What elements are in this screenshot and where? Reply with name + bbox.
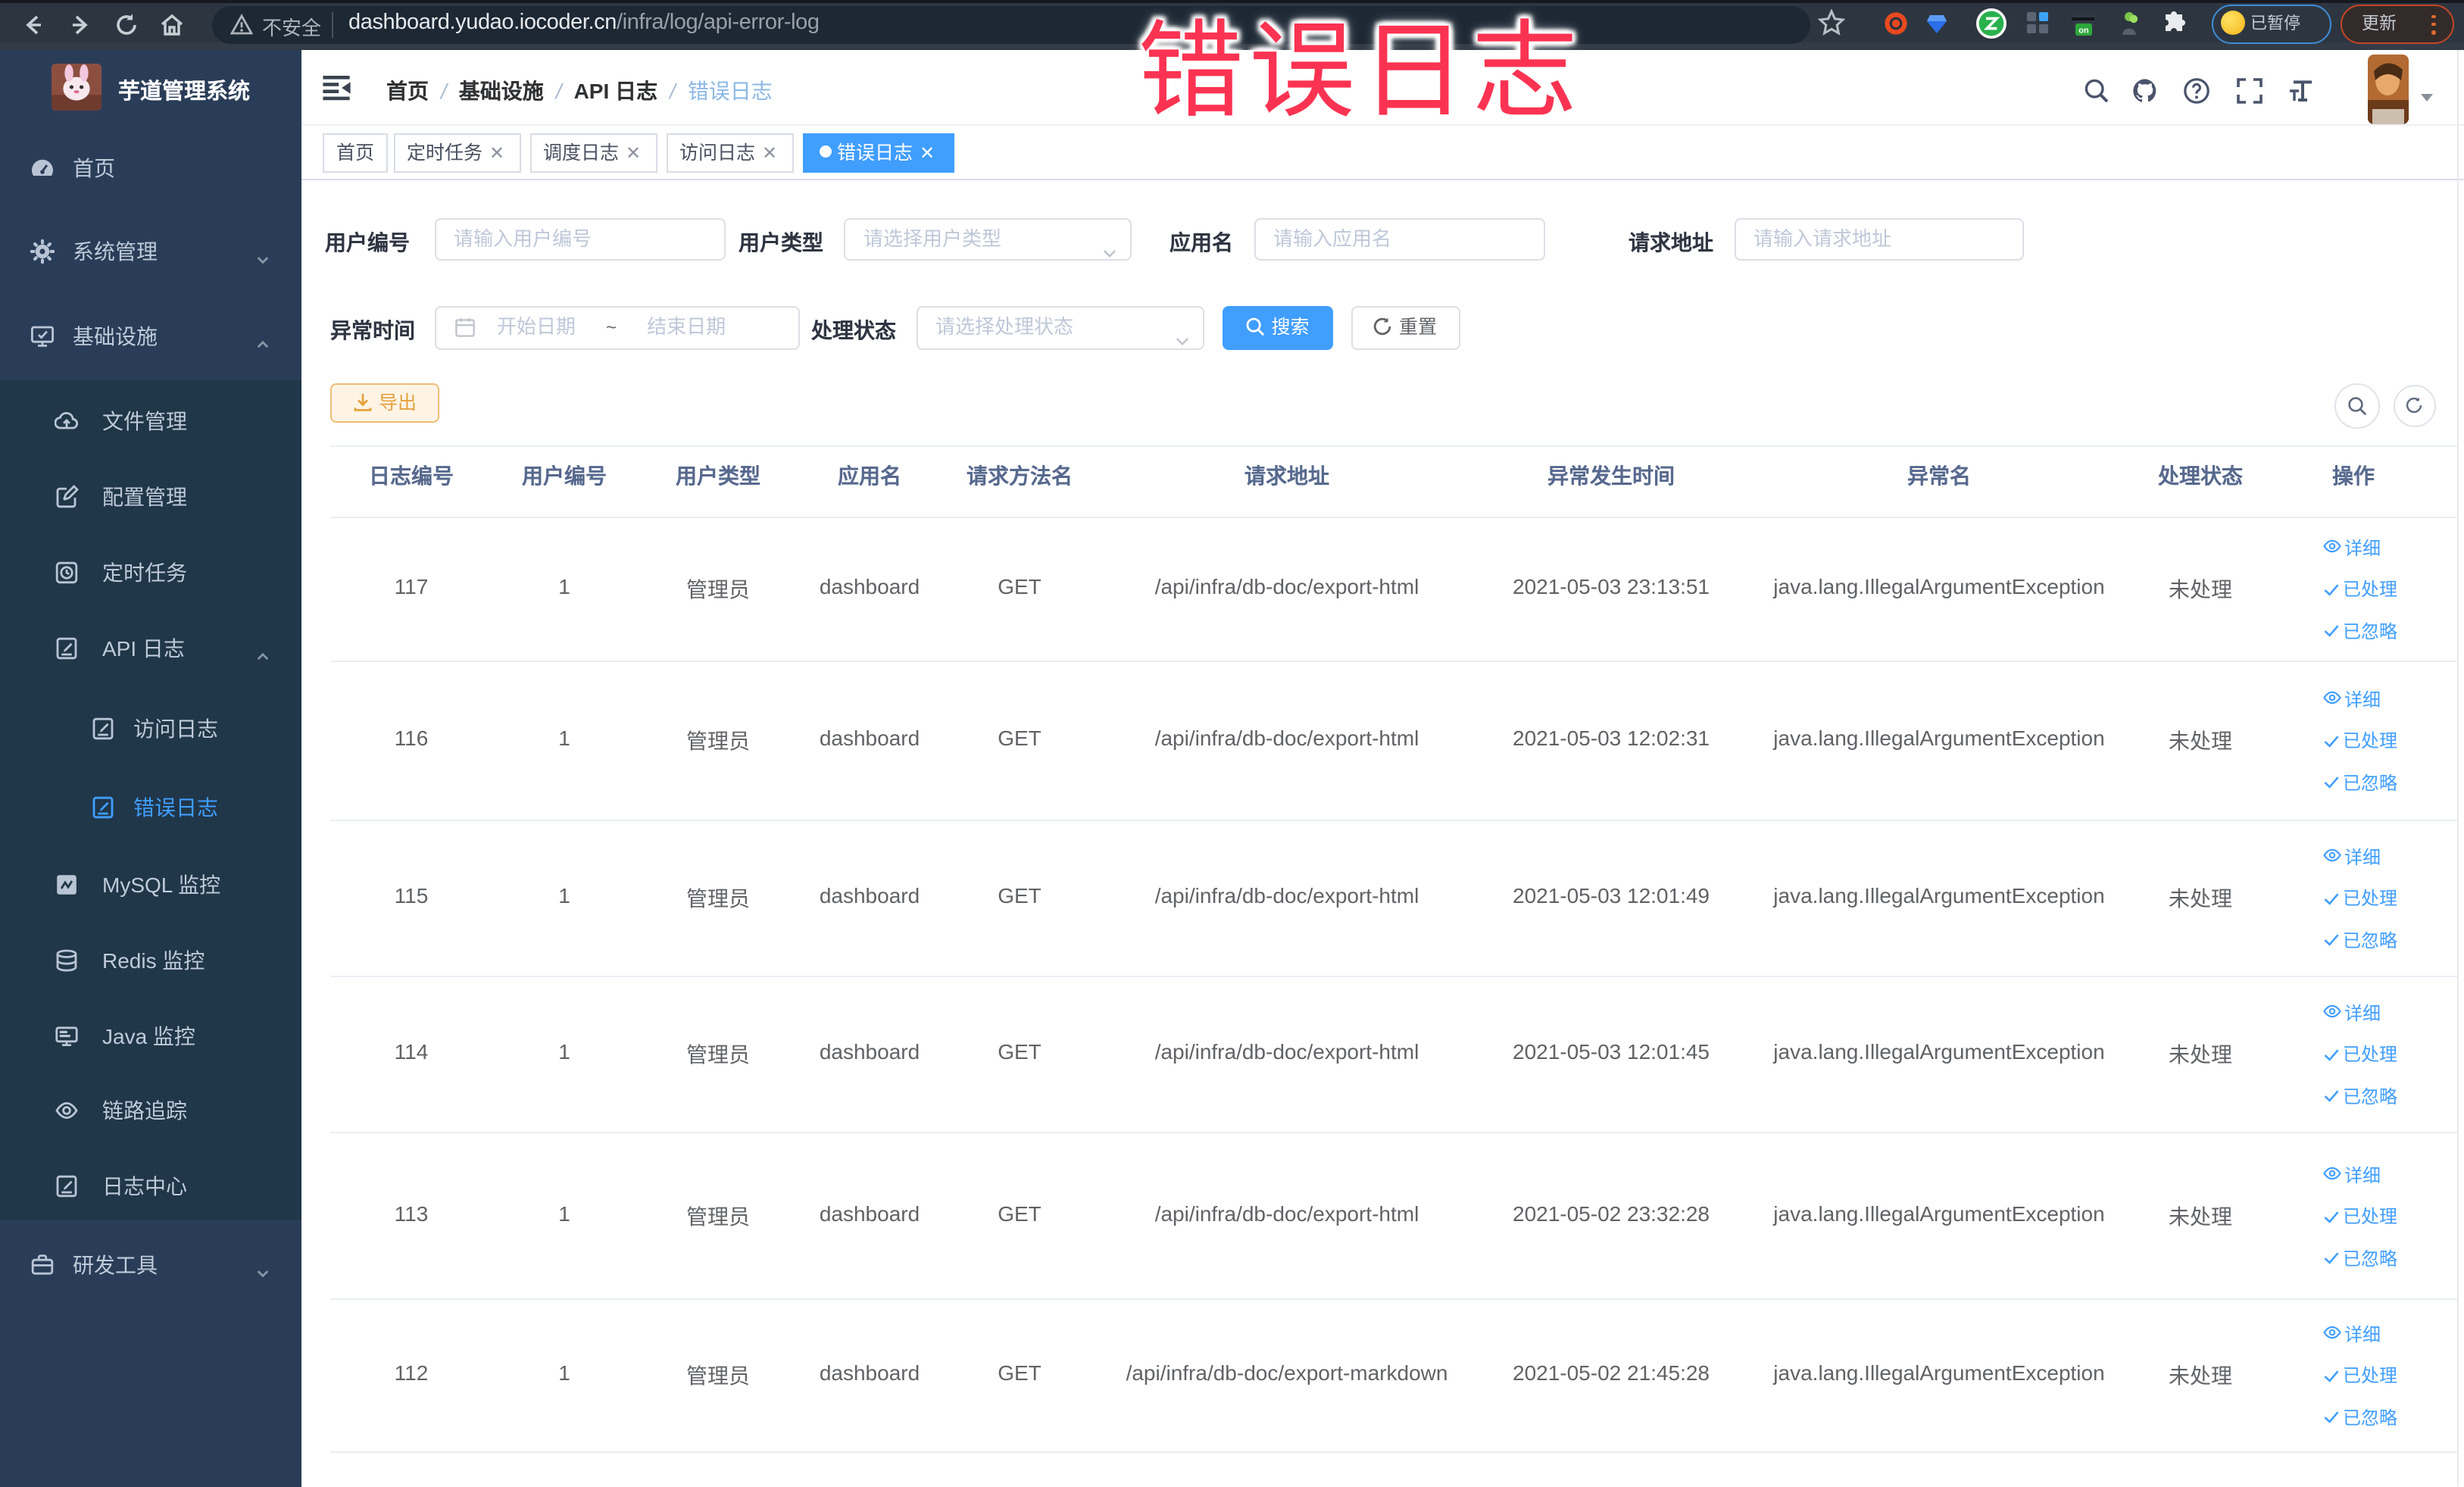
svg-text:on: on (2078, 27, 2089, 36)
